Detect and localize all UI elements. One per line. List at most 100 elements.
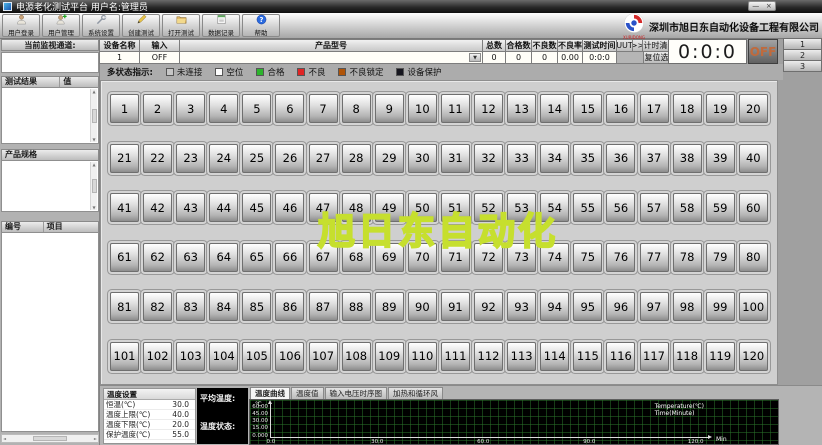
channel-button-103[interactable]: 103	[176, 341, 206, 371]
channel-button-22[interactable]: 22	[143, 143, 173, 173]
scrollbar[interactable]: ▲ ▼	[90, 162, 97, 210]
channel-button-61[interactable]: 61	[110, 242, 139, 272]
tab-input-voltage[interactable]: 输入电压时序图	[324, 387, 387, 399]
channel-button-66[interactable]: 66	[275, 242, 305, 272]
channel-button-71[interactable]: 71	[440, 242, 470, 272]
channel-button-30[interactable]: 30	[407, 143, 437, 173]
channel-button-46[interactable]: 46	[275, 193, 305, 223]
channel-button-96[interactable]: 96	[606, 292, 636, 322]
channel-button-120[interactable]: 120	[738, 341, 768, 371]
horizontal-scrollbar[interactable]: ◄ ►	[1, 434, 99, 443]
channel-button-14[interactable]: 14	[540, 94, 570, 123]
user-login-button[interactable]: 用户登录	[2, 14, 40, 37]
channel-button-48[interactable]: 48	[341, 193, 371, 223]
open-test-button[interactable]: 打开测试	[162, 14, 200, 37]
channel-button-8[interactable]: 8	[341, 94, 371, 123]
channel-button-98[interactable]: 98	[672, 292, 702, 322]
channel-button-115[interactable]: 115	[573, 341, 603, 371]
channel-button-35[interactable]: 35	[573, 143, 603, 173]
channel-button-100[interactable]: 100	[738, 292, 768, 322]
channel-button-69[interactable]: 69	[374, 242, 404, 272]
channel-button-72[interactable]: 72	[474, 242, 504, 272]
channel-button-78[interactable]: 78	[672, 242, 702, 272]
channel-button-25[interactable]: 25	[242, 143, 272, 173]
channel-button-28[interactable]: 28	[341, 143, 371, 173]
channel-button-32[interactable]: 32	[474, 143, 504, 173]
channel-button-51[interactable]: 51	[440, 193, 470, 223]
channel-button-7[interactable]: 7	[308, 94, 338, 123]
channel-button-90[interactable]: 90	[407, 292, 437, 322]
channel-button-42[interactable]: 42	[143, 193, 173, 223]
channel-button-95[interactable]: 95	[573, 292, 603, 322]
channel-button-107[interactable]: 107	[308, 341, 338, 371]
channel-button-18[interactable]: 18	[672, 94, 702, 123]
channel-button-31[interactable]: 31	[440, 143, 470, 173]
channel-button-104[interactable]: 104	[209, 341, 239, 371]
channel-button-85[interactable]: 85	[242, 292, 272, 322]
channel-button-105[interactable]: 105	[242, 341, 272, 371]
channel-button-88[interactable]: 88	[341, 292, 371, 322]
channel-button-38[interactable]: 38	[672, 143, 702, 173]
channel-button-112[interactable]: 112	[474, 341, 504, 371]
channel-button-111[interactable]: 111	[440, 341, 470, 371]
item-list[interactable]	[1, 232, 99, 432]
channel-button-39[interactable]: 39	[705, 143, 735, 173]
channel-button-81[interactable]: 81	[110, 292, 139, 322]
channel-button-53[interactable]: 53	[507, 193, 537, 223]
channel-button-19[interactable]: 19	[705, 94, 735, 123]
channel-button-16[interactable]: 16	[606, 94, 636, 123]
channel-button-92[interactable]: 92	[474, 292, 504, 322]
channel-button-110[interactable]: 110	[407, 341, 437, 371]
channel-button-50[interactable]: 50	[407, 193, 437, 223]
channel-button-24[interactable]: 24	[209, 143, 239, 173]
channel-button-94[interactable]: 94	[540, 292, 570, 322]
channel-button-84[interactable]: 84	[209, 292, 239, 322]
channel-button-62[interactable]: 62	[143, 242, 173, 272]
channel-button-29[interactable]: 29	[374, 143, 404, 173]
channel-button-101[interactable]: 101	[110, 341, 139, 371]
channel-button-67[interactable]: 67	[308, 242, 338, 272]
channel-button-49[interactable]: 49	[374, 193, 404, 223]
close-button[interactable]: ×	[766, 2, 772, 10]
channel-button-54[interactable]: 54	[540, 193, 570, 223]
channel-button-56[interactable]: 56	[606, 193, 636, 223]
help-button[interactable]: ? 帮助	[242, 14, 280, 37]
channel-button-60[interactable]: 60	[738, 193, 768, 223]
channel-button-13[interactable]: 13	[507, 94, 537, 123]
channel-button-63[interactable]: 63	[176, 242, 206, 272]
channel-button-93[interactable]: 93	[507, 292, 537, 322]
channel-button-21[interactable]: 21	[110, 143, 139, 173]
page-tab-3[interactable]: 3	[783, 60, 822, 72]
channel-button-5[interactable]: 5	[242, 94, 272, 123]
system-settings-button[interactable]: 系统设置	[82, 14, 120, 37]
channel-button-113[interactable]: 113	[507, 341, 537, 371]
channel-button-89[interactable]: 89	[374, 292, 404, 322]
channel-button-99[interactable]: 99	[705, 292, 735, 322]
channel-button-10[interactable]: 10	[407, 94, 437, 123]
channel-button-116[interactable]: 116	[606, 341, 636, 371]
channel-button-118[interactable]: 118	[672, 341, 702, 371]
chevron-down-icon[interactable]: ▼	[469, 53, 481, 62]
channel-button-34[interactable]: 34	[540, 143, 570, 173]
channel-button-117[interactable]: 117	[639, 341, 669, 371]
monitor-channel-list[interactable]	[1, 52, 99, 73]
channel-button-26[interactable]: 26	[275, 143, 305, 173]
channel-button-77[interactable]: 77	[639, 242, 669, 272]
channel-button-109[interactable]: 109	[374, 341, 404, 371]
channel-button-45[interactable]: 45	[242, 193, 272, 223]
channel-button-52[interactable]: 52	[474, 193, 504, 223]
channel-button-70[interactable]: 70	[407, 242, 437, 272]
channel-button-87[interactable]: 87	[308, 292, 338, 322]
channel-button-11[interactable]: 11	[440, 94, 470, 123]
channel-button-9[interactable]: 9	[374, 94, 404, 123]
channel-button-20[interactable]: 20	[738, 94, 768, 123]
channel-button-33[interactable]: 33	[507, 143, 537, 173]
test-result-list[interactable]: ▲ ▼	[1, 87, 99, 144]
channel-button-23[interactable]: 23	[176, 143, 206, 173]
scrollbar[interactable]: ▲ ▼	[90, 89, 97, 142]
channel-button-12[interactable]: 12	[474, 94, 504, 123]
data-record-button[interactable]: 数据记录	[202, 14, 240, 37]
channel-button-91[interactable]: 91	[440, 292, 470, 322]
channel-button-57[interactable]: 57	[639, 193, 669, 223]
channel-button-75[interactable]: 75	[573, 242, 603, 272]
